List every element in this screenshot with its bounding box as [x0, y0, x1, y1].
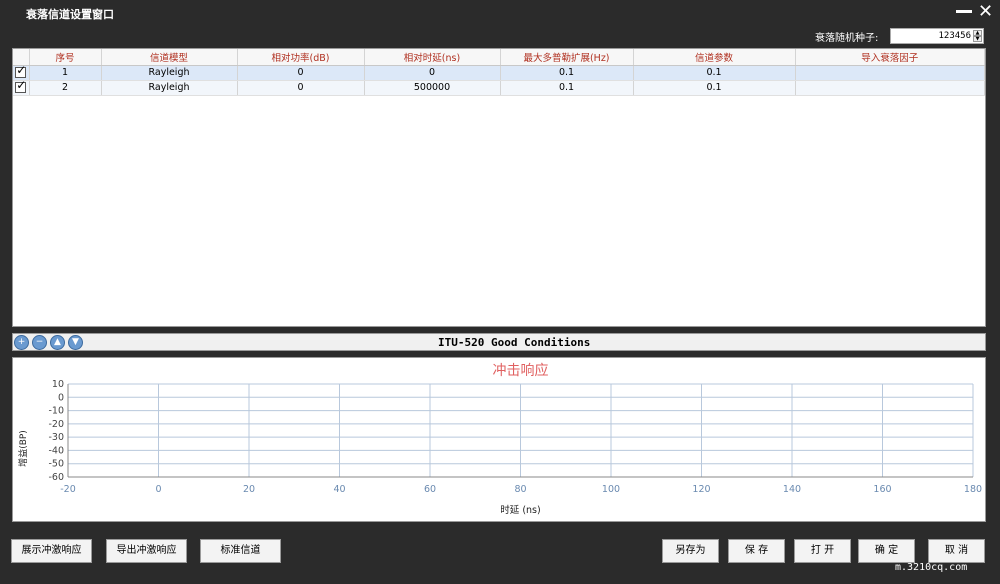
header-cell[interactable]: 相对时延(ns)	[364, 49, 501, 66]
export-impulse-button[interactable]: 导出冲激响应	[106, 539, 187, 563]
channel-table-panel: 序号 信道模型 相对功率(dB) 相对时延(ns) 最大多普勒扩展(Hz) 信道…	[12, 48, 986, 327]
x-tick-label: 0	[155, 484, 161, 495]
x-tick-label: 180	[964, 484, 982, 495]
window-title: 衰落信道设置窗口	[26, 8, 114, 21]
checkmark-icon: ✓	[16, 78, 27, 92]
table-cell[interactable]: Rayleigh	[101, 80, 238, 96]
show-impulse-button[interactable]: 展示冲激响应	[11, 539, 92, 563]
table-cell[interactable]: 2	[29, 80, 102, 96]
ok-button[interactable]: 确 定	[858, 539, 915, 563]
x-tick-label: 20	[243, 484, 255, 495]
table-cell[interactable]: 0.1	[633, 65, 796, 81]
checkmark-icon: ✓	[16, 63, 27, 77]
seed-label: 衰落随机种子:	[815, 33, 879, 44]
channel-table: 序号 信道模型 相对功率(dB) 相对时延(ns) 最大多普勒扩展(Hz) 信道…	[13, 49, 985, 96]
impulse-chart: 冲击响应100-10-20-30-40-50-60-20 0 20 40 60 80 100…	[17, 362, 982, 516]
x-tick-label: 100	[602, 484, 620, 495]
table-row[interactable]: ✓ 1 Rayleigh 0 0 0.1 0.1	[13, 63, 985, 81]
add-icon[interactable]: +	[14, 335, 29, 350]
x-axis-label: 时延 (ns)	[500, 504, 540, 516]
y-tick-label: 0	[58, 392, 64, 403]
y-axis-label: 增益(BP)	[17, 430, 29, 467]
table-cell[interactable]: 0.1	[633, 80, 796, 96]
header-cell[interactable]: 相对功率(dB)	[237, 49, 365, 66]
close-icon[interactable]: ✕	[978, 2, 993, 22]
y-tick-label: -30	[48, 432, 64, 443]
y-tick-label: -10	[48, 406, 64, 417]
open-button[interactable]: 打 开	[794, 539, 851, 563]
table-row[interactable]: ✓ 2 Rayleigh 0 500000 0.1 0.1	[13, 78, 985, 96]
x-tick-label: 80	[514, 484, 526, 495]
title-bar: 衰落信道设置窗口 ✕	[0, 0, 1000, 25]
spin-down-icon[interactable]: ▼	[973, 36, 982, 42]
save-button[interactable]: 保 存	[728, 539, 785, 563]
seed-input[interactable]	[893, 30, 971, 42]
x-tick-label: 140	[783, 484, 801, 495]
channel-condition-label: ITU-520 Good Conditions	[438, 336, 591, 349]
table-cell[interactable]: 0	[237, 80, 365, 96]
watermark-text: m.3210cq.com	[895, 562, 968, 573]
header-cell[interactable]: 导入衰落因子	[795, 49, 985, 66]
row-checkbox[interactable]: ✓	[15, 63, 27, 78]
x-tick-label: 120	[692, 484, 710, 495]
standard-channel-button[interactable]: 标准信道	[200, 539, 281, 563]
y-tick-label: 10	[52, 379, 64, 390]
y-tick-label: -20	[48, 419, 64, 430]
table-cell[interactable]	[795, 80, 985, 96]
remove-icon[interactable]: −	[32, 335, 47, 350]
chart-title: 冲击响应	[493, 362, 549, 379]
table-cell[interactable]: Rayleigh	[101, 65, 238, 81]
seed-spinbox[interactable]: ▲ ▼	[890, 28, 984, 44]
move-down-icon[interactable]: ▼	[68, 335, 83, 350]
table-cell[interactable]: 500000	[364, 80, 501, 96]
x-tick-label: 160	[873, 484, 891, 495]
y-tick-label: -50	[48, 459, 64, 470]
minimize-icon[interactable]	[956, 10, 972, 13]
table-toolbar: + − ▲ ▼ ITU-520 Good Conditions	[12, 333, 986, 351]
header-cell[interactable]: 信道模型	[101, 49, 238, 66]
row-checkbox[interactable]: ✓	[15, 78, 27, 93]
header-cell[interactable]: 序号	[29, 49, 102, 66]
x-tick-label: 60	[424, 484, 436, 495]
table-cell[interactable]: 0	[237, 65, 365, 81]
move-up-icon[interactable]: ▲	[50, 335, 65, 350]
table-cell[interactable]: 0	[364, 65, 501, 81]
table-cell[interactable]: 1	[29, 65, 102, 81]
table-cell[interactable]	[795, 65, 985, 81]
table-cell[interactable]: 0.1	[500, 65, 634, 81]
y-tick-label: -40	[48, 445, 64, 456]
seed-spinner[interactable]: ▲ ▼	[973, 30, 982, 42]
save-as-button[interactable]: 另存为	[662, 539, 719, 563]
cancel-button[interactable]: 取 消	[928, 539, 985, 563]
x-tick-label: 40	[333, 484, 345, 495]
header-cell[interactable]: 信道参数	[633, 49, 796, 66]
header-cell[interactable]: 最大多普勒扩展(Hz)	[500, 49, 634, 66]
table-cell[interactable]: 0.1	[500, 80, 634, 96]
table-header: 序号 信道模型 相对功率(dB) 相对时延(ns) 最大多普勒扩展(Hz) 信道…	[13, 49, 985, 66]
row-checkbox-cell[interactable]: ✓	[13, 78, 30, 96]
y-tick-label: -60	[48, 472, 64, 483]
x-tick-label: -20	[60, 484, 76, 495]
impulse-chart-panel: 冲击响应 10 0 -10 -20 -30 -40 -50 -60 -20 0 20 40 60 80 100…	[12, 357, 986, 522]
